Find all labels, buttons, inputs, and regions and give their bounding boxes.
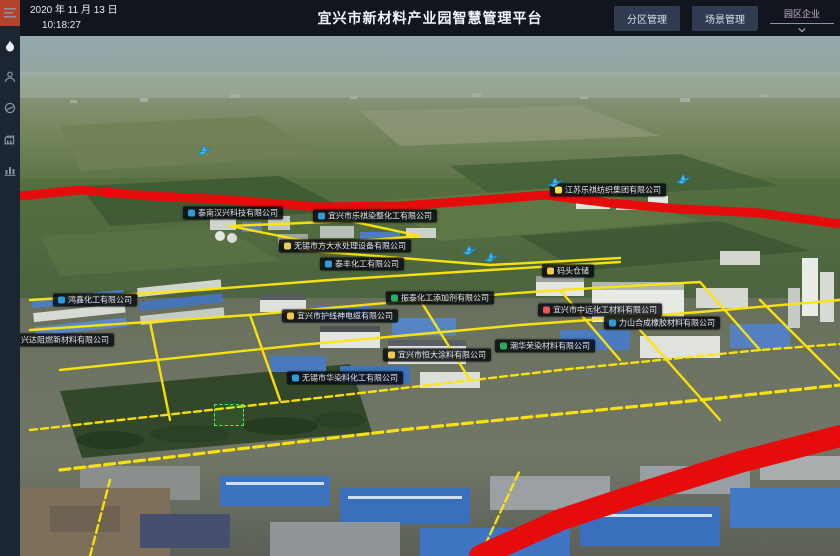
company-name: 泰南汉兴科技有限公司 bbox=[198, 207, 278, 220]
smart-park-platform: 2020 年 11 月 13 日 10:18:27 宜兴市新材料产业园智慧管理平… bbox=[0, 0, 840, 556]
company-marker-icon bbox=[325, 261, 332, 268]
plane-marker-icon[interactable] bbox=[676, 172, 692, 190]
company-marker-icon bbox=[543, 307, 550, 314]
map-3d-view[interactable]: 泰南汉兴科技有限公司 宜兴市乐祺染整化工有限公司 无锡市方大水处理设备有限公司 … bbox=[20, 36, 840, 556]
map-overlay: 泰南汉兴科技有限公司 宜兴市乐祺染整化工有限公司 无锡市方大水处理设备有限公司 … bbox=[20, 36, 840, 556]
divider bbox=[770, 23, 834, 24]
company-name: 无锡市方大水处理设备有限公司 bbox=[294, 240, 406, 253]
company-label[interactable]: 泰丰化工有限公司 bbox=[320, 258, 404, 271]
globe-icon[interactable] bbox=[0, 97, 20, 119]
company-name: 鸿鑫化工有限公司 bbox=[68, 294, 132, 307]
company-name: 潮华荣染材料有限公司 bbox=[510, 340, 590, 353]
company-marker-icon bbox=[500, 343, 507, 350]
factory-icon[interactable] bbox=[0, 128, 20, 150]
company-label[interactable]: 泰南汉兴科技有限公司 bbox=[183, 207, 283, 220]
company-marker-icon bbox=[284, 243, 291, 250]
company-label[interactable]: 宜兴市恒大涂料有限公司 bbox=[383, 349, 491, 362]
company-name: 力山合成橡胶材料有限公司 bbox=[619, 317, 715, 330]
plane-marker-icon[interactable] bbox=[197, 143, 213, 161]
company-label[interactable]: 宜兴市中远化工材料有限公司 bbox=[538, 304, 662, 317]
company-label[interactable]: 宜兴市乐祺染整化工有限公司 bbox=[313, 210, 437, 223]
company-name: 泰丰化工有限公司 bbox=[335, 258, 399, 271]
company-marker-icon bbox=[292, 375, 299, 382]
company-label[interactable]: 无锡市华染料化工有限公司 bbox=[287, 372, 403, 385]
company-name: 无锡市华染料化工有限公司 bbox=[302, 372, 398, 385]
company-label[interactable]: 潮华荣染材料有限公司 bbox=[495, 340, 595, 353]
company-name: 振泰化工添加剂有限公司 bbox=[401, 292, 489, 305]
dropdown-label: 园区企业 bbox=[784, 7, 820, 23]
company-marker-icon bbox=[188, 210, 195, 217]
plane-marker-icon[interactable] bbox=[548, 175, 564, 193]
company-name: 宜兴市护线神电缆有限公司 bbox=[297, 310, 393, 323]
company-marker-icon bbox=[318, 213, 325, 220]
person-icon[interactable] bbox=[0, 66, 20, 88]
hamburger-icon[interactable] bbox=[0, 0, 20, 26]
company-label[interactable]: 鸿鑫化工有限公司 bbox=[53, 294, 137, 307]
park-enterprise-dropdown[interactable]: 园区企业 bbox=[770, 6, 834, 34]
chevron-down-icon bbox=[798, 26, 806, 34]
company-name: 宜兴市恒大涂料有限公司 bbox=[398, 349, 486, 362]
selection-box[interactable] bbox=[214, 404, 244, 426]
company-name: 宜兴市乐祺染整化工有限公司 bbox=[328, 210, 432, 223]
company-name: 兴达阻燃新材料有限公司 bbox=[21, 334, 109, 347]
topbar-actions: 分区管理 场景管理 园区企业 bbox=[614, 6, 834, 34]
company-label[interactable]: 江苏乐祺纺织集团有限公司 bbox=[550, 184, 666, 197]
company-label[interactable]: 兴达阻燃新材料有限公司 bbox=[20, 334, 114, 347]
plane-marker-icon[interactable] bbox=[484, 250, 500, 268]
company-label[interactable]: 无锡市方大水处理设备有限公司 bbox=[279, 240, 411, 253]
company-label[interactable]: 力山合成橡胶材料有限公司 bbox=[604, 317, 720, 330]
company-marker-icon bbox=[547, 268, 554, 275]
company-name: 宜兴市中远化工材料有限公司 bbox=[553, 304, 657, 317]
company-label[interactable]: 宜兴市护线神电缆有限公司 bbox=[282, 310, 398, 323]
company-marker-icon bbox=[388, 352, 395, 359]
company-name: 码头仓储 bbox=[557, 265, 589, 278]
sidebar bbox=[0, 0, 20, 556]
company-marker-icon bbox=[609, 320, 616, 327]
topbar: 2020 年 11 月 13 日 10:18:27 宜兴市新材料产业园智慧管理平… bbox=[20, 0, 840, 36]
scene-management-button[interactable]: 场景管理 bbox=[692, 6, 758, 31]
company-label[interactable]: 码头仓储 bbox=[542, 265, 594, 278]
bar-chart-icon[interactable] bbox=[0, 159, 20, 181]
company-marker-icon bbox=[391, 295, 398, 302]
zone-management-button[interactable]: 分区管理 bbox=[614, 6, 680, 31]
company-marker-icon bbox=[58, 297, 65, 304]
plane-marker-icon[interactable] bbox=[462, 243, 478, 261]
company-name: 江苏乐祺纺织集团有限公司 bbox=[565, 184, 661, 197]
company-marker-icon bbox=[287, 313, 294, 320]
company-label[interactable]: 振泰化工添加剂有限公司 bbox=[386, 292, 494, 305]
flame-icon[interactable] bbox=[0, 35, 20, 57]
